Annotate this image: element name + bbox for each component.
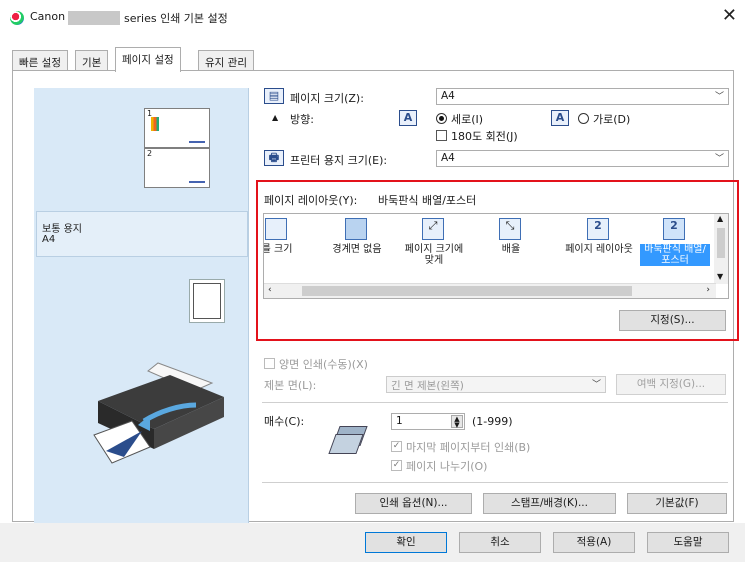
scrollbar-thumb[interactable]	[717, 228, 725, 258]
bullet-icon: ▲	[272, 113, 279, 122]
specify-margin-button[interactable]: 여백 지정(G)...	[616, 374, 726, 395]
tab-maintenance[interactable]: 유지 관리	[198, 50, 254, 71]
redacted-model-name	[68, 11, 120, 25]
defaults-button[interactable]: 기본값(F)	[627, 493, 727, 514]
layout-item-tiling-poster[interactable]: 2 바둑판식 배열/포스터	[640, 214, 710, 284]
apply-button[interactable]: 적용(A)	[553, 532, 635, 553]
layout-list-vertical-scrollbar[interactable]: ▲ ▼	[714, 214, 728, 284]
collate-checkbox[interactable]: ✓	[391, 460, 402, 471]
ok-button[interactable]: 확인	[365, 532, 447, 553]
chevron-right-icon[interactable]: ›	[706, 285, 710, 295]
layout-item-label: 경계면 없음	[332, 244, 382, 255]
preview-page-number: 2	[147, 149, 153, 158]
layout-item-label: 배율	[501, 244, 521, 255]
orientation-label: 방향:	[290, 113, 314, 126]
borderless-icon	[345, 218, 367, 240]
preview-pane: 1 2	[34, 88, 249, 558]
layout-item-label: 바둑판식 배열/포스터	[640, 244, 710, 266]
specify-button[interactable]: 지정(S)...	[619, 310, 726, 331]
copies-label: 매수(C):	[264, 415, 305, 428]
chevron-down-icon[interactable]: ▼	[717, 272, 723, 281]
printer-paper-size-label: 프린터 용지 크기(E):	[290, 154, 388, 167]
chevron-up-icon[interactable]: ▲	[717, 214, 723, 223]
window-title: series 인쇄 기본 설정	[124, 12, 228, 25]
chevron-down-icon: ﹀	[591, 380, 601, 390]
help-button[interactable]: 도움말	[647, 532, 729, 553]
divider	[262, 402, 728, 403]
tab-quick-setup[interactable]: 빠른 설정	[12, 50, 68, 71]
stapling-side-select[interactable]: 긴 면 제본(왼쪽) ﹀	[386, 376, 606, 393]
divider	[262, 482, 728, 483]
page-size-select[interactable]: A4 ﹀	[436, 88, 729, 105]
rotate-180-label: 180도 회전(J)	[451, 130, 518, 143]
tab-page-setup[interactable]: 페이지 설정	[115, 47, 181, 72]
preview-page-2: 2	[144, 148, 210, 188]
page-layout-label: 페이지 레이아웃(Y):	[264, 194, 358, 207]
chevron-down-icon: ﹀	[714, 92, 724, 102]
copies-stack-icon	[328, 426, 374, 460]
page-layout-list[interactable]: 를 크기 경계면 없음 ⤢ 페이지 크기에 맞게 ⤡ 배율 2 페이지 레이아웃…	[263, 213, 729, 299]
page-size-value: A4	[441, 90, 455, 102]
layout-item-label: 페이지 크기에 맞게	[404, 244, 464, 266]
printer-illustration-icon	[93, 362, 224, 464]
layout-list-horizontal-scrollbar[interactable]: ‹ ›	[264, 283, 716, 298]
title-bar: Canon series 인쇄 기본 설정 ✕	[0, 0, 745, 36]
layout-item-fit-to-page[interactable]: ⤢ 페이지 크기에 맞게	[399, 214, 469, 284]
page-layout-current: 바둑판식 배열/포스터	[378, 194, 477, 207]
preview-text-line	[189, 141, 205, 143]
page-size-icon: ▤	[264, 88, 284, 104]
print-from-last-label: 마지막 페이지부터 인쇄(B)	[406, 441, 531, 454]
paper-size-label: A4	[42, 234, 56, 245]
print-from-last-checkbox[interactable]: ✓	[391, 441, 402, 452]
preview-page-1: 1	[144, 108, 210, 148]
chevron-down-icon: ﹀	[714, 154, 724, 164]
copies-range: (1-999)	[472, 415, 513, 428]
collate-label: 페이지 나누기(O)	[406, 460, 488, 473]
copies-input[interactable]: 1 ▲ ▼	[391, 413, 465, 430]
scrollbar-thumb[interactable]	[302, 286, 632, 296]
printer-paper-size-value: A4	[441, 152, 455, 164]
layout-item-borderless[interactable]: 경계면 없음	[322, 214, 392, 284]
preview-text-line	[189, 181, 205, 183]
portrait-label: 세로(I)	[451, 113, 484, 126]
portrait-icon: A	[399, 110, 417, 126]
printer-app-icon	[10, 11, 24, 25]
landscape-label: 가로(D)	[593, 113, 631, 126]
tiling-poster-icon: 2	[663, 218, 685, 240]
paper-type-label: 보통 용지	[42, 224, 82, 235]
stamp-background-button[interactable]: 스탬프/배경(K)...	[483, 493, 616, 514]
cancel-button[interactable]: 취소	[459, 532, 541, 553]
print-options-button[interactable]: 인쇄 옵션(N)...	[355, 493, 472, 514]
stapling-side-value: 긴 면 제본(왼쪽)	[391, 380, 464, 392]
rotate-180-checkbox[interactable]	[436, 130, 447, 141]
layout-item-normal[interactable]: 를 크기	[263, 214, 312, 284]
portrait-radio[interactable]	[436, 113, 447, 124]
layout-item-scaled[interactable]: ⤡ 배율	[476, 214, 546, 284]
duplex-label: 양면 인쇄(수동)(X)	[279, 358, 368, 371]
window-title-brand: Canon	[30, 10, 66, 23]
fit-to-page-icon: ⤢	[422, 218, 444, 240]
page-layout-icon: 2	[587, 218, 609, 240]
layout-item-label: 페이지 레이아웃	[565, 244, 633, 255]
chevron-left-icon[interactable]: ‹	[268, 285, 272, 295]
layout-item-label: 를 크기	[263, 244, 293, 255]
stapling-side-label: 제본 면(L):	[264, 379, 317, 392]
landscape-radio[interactable]	[578, 113, 589, 124]
normal-size-icon	[265, 218, 287, 240]
page-size-label: 페이지 크기(Z):	[290, 92, 364, 105]
layout-item-page-layout[interactable]: 2 페이지 레이아웃	[564, 214, 634, 284]
scaled-icon: ⤡	[499, 218, 521, 240]
preview-image-icon	[151, 117, 159, 131]
duplex-checkbox[interactable]	[264, 358, 275, 369]
printer-paper-size-select[interactable]: A4 ﹀	[436, 150, 729, 167]
copies-spinner[interactable]: ▲ ▼	[451, 415, 463, 429]
paper-output-icon	[193, 283, 221, 319]
tab-main[interactable]: 기본	[75, 50, 109, 71]
printer-paper-icon: 🖶	[264, 150, 284, 166]
landscape-icon: A	[551, 110, 569, 126]
copies-value: 1	[396, 415, 403, 427]
close-icon[interactable]: ✕	[722, 6, 737, 26]
